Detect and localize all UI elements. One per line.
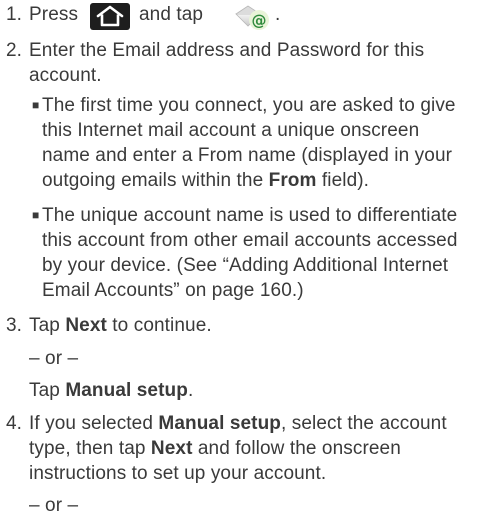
- step-text: If you selected Manual setup, select the…: [29, 413, 447, 434]
- step-number: 3.: [6, 315, 23, 336]
- bullet-line: this account from other email accounts a…: [42, 230, 458, 251]
- step-text: Enter the Email address and Password for…: [29, 40, 425, 61]
- bullet-line: Email Accounts” on page 160.): [42, 280, 304, 301]
- step-text: Tap Manual setup.: [29, 380, 194, 401]
- step-number: 2.: [6, 40, 23, 61]
- step-text: instructions to set up your account.: [29, 463, 327, 484]
- bullet-item: ■ The unique account name is used to dif…: [32, 203, 478, 313]
- bullet-line: this Internet mail account a unique onsc…: [42, 120, 420, 141]
- svg-text:@: @: [251, 12, 266, 30]
- or-separator: – or –: [29, 348, 79, 369]
- step-text: .: [275, 4, 281, 25]
- step-text: Tap Next to continue.: [29, 315, 212, 336]
- step-4: 4. If you selected Manual setup, select …: [6, 411, 482, 516]
- step-3: 3. Tap Next to continue. – or – Tap Manu…: [6, 313, 482, 403]
- step-text: account.: [29, 65, 102, 86]
- home-icon: [90, 3, 130, 30]
- bullet-line: The unique account name is used to diffe…: [42, 205, 458, 226]
- step-text: Press: [29, 4, 79, 25]
- bullet-line: The first time you connect, you are aske…: [42, 95, 456, 116]
- bullet-line: by your device. (See “Adding Additional …: [42, 255, 449, 276]
- bullet-item: ■ The first time you connect, you are as…: [32, 93, 478, 203]
- bullet-line: name and enter a From name (displayed in…: [42, 145, 453, 166]
- step-number: 4.: [6, 413, 23, 434]
- email-app-icon: @: [234, 2, 272, 32]
- step-text: and tap: [139, 4, 204, 25]
- bullet-icon: ■: [32, 98, 40, 112]
- or-separator: – or –: [29, 495, 79, 516]
- bullet-icon: ■: [32, 208, 40, 222]
- step-text: type, then tap Next and follow the onscr…: [29, 438, 401, 459]
- bullet-line: outgoing emails within the From field).: [42, 170, 370, 191]
- step-number: 1.: [6, 4, 23, 25]
- step-1: 1. Press and tap @ .: [6, 2, 482, 34]
